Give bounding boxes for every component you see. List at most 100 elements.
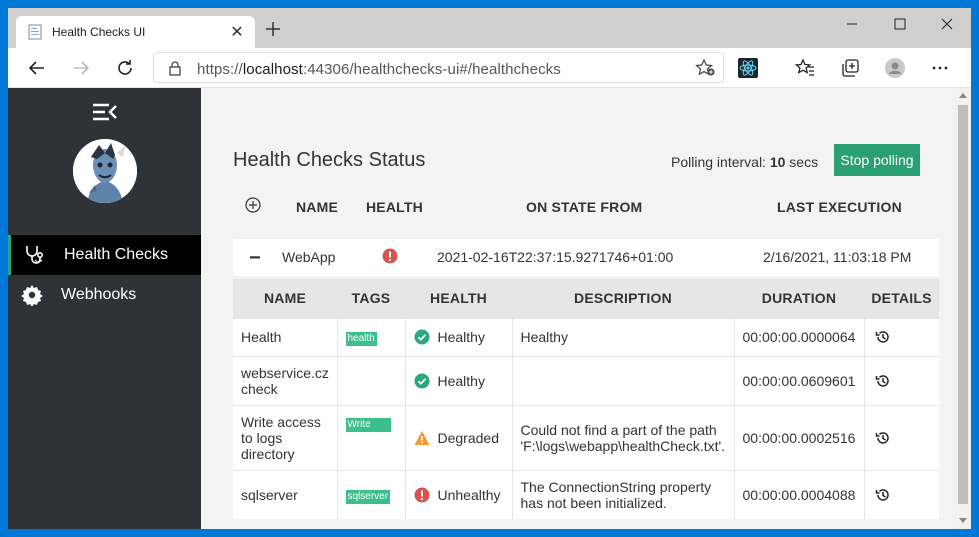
- health-status-text: Unhealthy: [437, 486, 501, 503]
- entry-description: Could not find a part of the path 'F:\lo…: [512, 404, 735, 470]
- entry-duration: 00:00:00.0000064: [734, 317, 865, 356]
- column-header-on-state-from: ON STATE FROM: [526, 199, 643, 215]
- table-row: webservice.cz check Healthy 00:00:00.060…: [233, 355, 939, 405]
- entry-description: [512, 355, 735, 405]
- entry-name: Health: [233, 317, 338, 356]
- new-tab-icon[interactable]: [265, 21, 281, 37]
- entry-details: [864, 469, 939, 519]
- details-header-health: HEALTH: [405, 279, 512, 318]
- details-header-duration: DURATION: [734, 279, 864, 318]
- tab-bar: Health Checks UI ✕: [8, 8, 971, 48]
- scroll-up-icon[interactable]: [959, 92, 967, 98]
- health-status-text: Healthy: [437, 372, 485, 389]
- sidebar-item-label: Webhooks: [61, 286, 137, 303]
- url-scheme: https://: [197, 61, 243, 78]
- unhealthy-icon: [382, 248, 398, 264]
- back-icon[interactable]: [27, 58, 47, 78]
- history-icon[interactable]: [875, 430, 891, 446]
- collapse-icon[interactable]: −: [249, 247, 261, 270]
- sidebar-item-health-checks[interactable]: Health Checks: [8, 235, 201, 275]
- entry-tags: Write: [337, 404, 406, 470]
- column-header-last-execution: LAST EXECUTION: [777, 199, 902, 215]
- health-status-text: Healthy: [437, 329, 485, 345]
- url-text[interactable]: https://localhost:44306/healthchecks-ui#…: [197, 61, 561, 78]
- column-header-name: NAME: [296, 199, 339, 215]
- page-title: Health Checks Status: [233, 149, 426, 171]
- column-header-health: HEALTH: [366, 199, 423, 215]
- lock-icon[interactable]: [168, 60, 182, 76]
- details-header-details: DETAILS: [864, 279, 939, 318]
- polling-label: Polling interval:: [671, 154, 766, 170]
- browser-window: Health Checks UI ✕ https://localhost:443…: [8, 8, 971, 529]
- sidebar-item-webhooks[interactable]: Webhooks: [8, 275, 201, 315]
- entry-name: webservice.cz check: [233, 355, 338, 405]
- expand-all-icon[interactable]: [245, 197, 261, 213]
- warning-icon: [414, 430, 429, 445]
- more-menu-icon[interactable]: [930, 58, 950, 78]
- history-icon[interactable]: [875, 373, 891, 389]
- entry-tags: health: [337, 317, 406, 356]
- minimize-icon[interactable]: [842, 14, 862, 34]
- entry-description: Healthy: [512, 317, 735, 356]
- details-header-row: NAME TAGS HEALTH DESCRIPTION DURATION DE…: [233, 279, 939, 318]
- entry-duration: 00:00:00.0002516: [734, 404, 865, 470]
- healthcheck-row-webapp[interactable]: − WebApp 2021-02-16T22:37:15.9271746+01:…: [233, 239, 939, 276]
- maximize-icon[interactable]: [890, 14, 910, 34]
- polling-unit: secs: [789, 154, 819, 170]
- tab-title: Health Checks UI: [52, 25, 146, 39]
- table-row: sqlserver sqlserver Unhealthy The Connec…: [233, 469, 939, 519]
- entry-tags: sqlserver: [337, 469, 406, 519]
- healthy-icon: [414, 329, 429, 345]
- unhealthy-icon: [414, 487, 429, 503]
- browser-toolbar: https://localhost:44306/healthchecks-ui#…: [8, 48, 971, 88]
- polling-interval: Polling interval: 10 secs: [671, 154, 818, 170]
- entry-health: Unhealthy: [405, 469, 513, 519]
- details-table: NAME TAGS HEALTH DESCRIPTION DURATION DE…: [233, 279, 939, 519]
- url-path: :44306/healthchecks-ui#/healthchecks: [302, 61, 561, 78]
- entry-name: sqlserver: [233, 469, 338, 519]
- table-row: Health health Healthy Healthy 00:00:00.0…: [233, 317, 939, 356]
- entry-tags: [337, 355, 406, 405]
- history-icon[interactable]: [875, 487, 891, 503]
- history-icon[interactable]: [875, 329, 891, 345]
- details-header-name: NAME: [233, 279, 337, 318]
- main-content: Health Checks Status Polling interval: 1…: [201, 88, 955, 529]
- app-logo: [73, 139, 137, 203]
- react-devtools-icon[interactable]: [738, 58, 758, 78]
- tag-badge: health: [345, 332, 377, 346]
- add-favorite-icon[interactable]: [695, 59, 715, 77]
- close-window-icon[interactable]: [937, 14, 957, 34]
- gear-icon: [21, 285, 43, 306]
- forward-icon[interactable]: [71, 58, 91, 78]
- details-header-tags: TAGS: [337, 279, 405, 318]
- page-icon: [28, 24, 42, 40]
- tag-badge: Write: [345, 417, 391, 432]
- entry-details: [864, 355, 939, 405]
- stethoscope-icon: [26, 246, 44, 264]
- browser-tab[interactable]: Health Checks UI ✕: [16, 16, 255, 48]
- scrollbar-thumb[interactable]: [958, 105, 968, 504]
- favorites-icon[interactable]: [795, 58, 815, 78]
- sidebar: Health Checks Webhooks: [8, 88, 201, 529]
- health-status-text: Degraded: [437, 429, 500, 446]
- webapp-name: WebApp: [282, 249, 336, 265]
- entry-health: Degraded: [405, 404, 513, 470]
- scroll-down-icon[interactable]: [959, 518, 967, 524]
- healthy-icon: [414, 373, 429, 388]
- scrollbar[interactable]: [955, 88, 971, 529]
- collections-icon[interactable]: [840, 58, 860, 78]
- refresh-icon[interactable]: [115, 58, 135, 78]
- stop-polling-button[interactable]: Stop polling: [834, 144, 920, 176]
- entry-health: Healthy: [405, 355, 513, 405]
- details-header-description: DESCRIPTION: [512, 279, 734, 318]
- profile-avatar-icon[interactable]: [885, 58, 905, 78]
- entry-name: Write access to logs directory: [233, 404, 338, 470]
- close-tab-icon[interactable]: ✕: [229, 22, 245, 42]
- address-bar[interactable]: https://localhost:44306/healthchecks-ui#…: [153, 52, 724, 83]
- tag-badge: sqlserver: [345, 489, 391, 504]
- collapse-menu-icon[interactable]: [92, 103, 118, 121]
- polling-value: 10: [769, 154, 786, 170]
- entry-duration: 00:00:00.0004088: [734, 469, 865, 519]
- unicorn-logo-icon: [73, 139, 137, 203]
- entry-description: The ConnectionString property has not be…: [512, 469, 735, 519]
